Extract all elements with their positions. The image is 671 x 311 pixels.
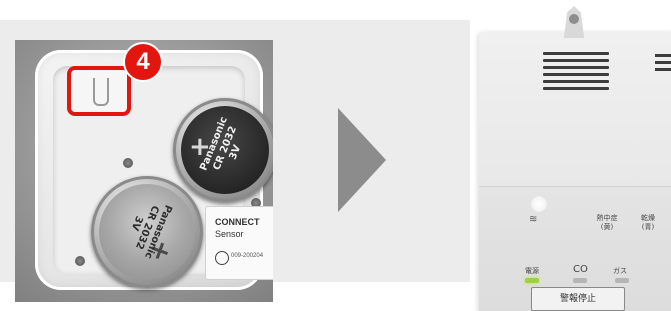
wifi-icon: ≋ [529,214,538,225]
alarm-stop-button[interactable]: 警報停止 [531,287,625,311]
gas-label: ガス [613,267,627,275]
status-led-white [531,196,547,212]
screw-icon [123,158,133,168]
hanger-hole [569,14,579,24]
side-vent [655,54,671,75]
certification-mark-icon [215,251,229,265]
coin-battery-top: + Panasonic CR 2032 3V [173,98,273,202]
coin-battery-bottom: + Panasonic CR 2032 3V [91,176,203,288]
power-led [525,278,539,283]
dry-label: 乾燥 (青) [641,214,655,232]
gas-led [615,278,629,283]
arrow-right-icon [338,108,386,212]
power-label: 電源 [525,267,539,275]
sensor-battery-photo: + Panasonic CR 2032 3V + Panasonic CR 20… [15,40,273,302]
highlighted-switch[interactable] [67,66,131,116]
connect-sensor-sticker: CONNECT Sensor 009-200204 [205,206,273,280]
co-led [573,278,587,283]
speaker-vent [543,52,609,94]
screw-icon [75,256,85,266]
alarm-unit-photo: ≋ 熱中症 (黄) 乾燥 (青) 電源 CO ガス 警報停止 [473,0,671,311]
step-number-badge: 4 [123,42,163,82]
co-label: CO [573,264,588,275]
heat-stroke-label: 熱中症 (黄) [596,214,618,232]
switch-slot-icon [93,78,109,106]
